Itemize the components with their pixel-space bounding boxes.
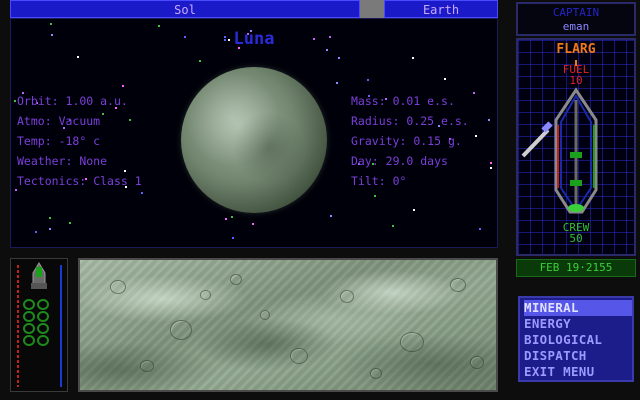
planet-name: Luna	[233, 29, 275, 49]
star	[473, 92, 475, 94]
menu-item-mineral[interactable]: MINERAL	[524, 300, 632, 316]
stat-axial-tilt: Tilt: 0°	[351, 174, 407, 188]
menu-item-energy[interactable]: ENERGY	[524, 316, 632, 332]
star	[122, 85, 124, 87]
star	[232, 237, 234, 239]
crater	[290, 348, 308, 364]
terrain-vehicle-panel	[10, 258, 68, 392]
star	[326, 49, 328, 51]
cargo-pod-icon	[23, 323, 35, 334]
stat-orbit: Orbit: 1.00 a.u.	[17, 94, 128, 108]
planet-stats-left: Orbit: 1.00 a.u. Atmo: Vacuum Temp: -18°…	[17, 91, 142, 191]
star	[488, 119, 490, 121]
stat-gravity: Gravity: 0.15 g.	[351, 134, 462, 148]
cargo-pod-icon	[37, 335, 49, 346]
star	[412, 57, 414, 59]
cargo-pod-icon	[23, 335, 35, 346]
star	[367, 79, 369, 81]
stat-radius: Radius: 0.25 e.s.	[351, 114, 469, 128]
crater	[140, 360, 154, 372]
planet-view: Luna Orbit: 1.00 a.u. Atmo: Vacuum Temp:…	[10, 18, 498, 248]
crater	[230, 274, 242, 285]
star	[330, 215, 332, 217]
star	[158, 25, 160, 27]
star	[49, 228, 51, 230]
stat-temperature: Temp: -18° c	[17, 134, 101, 148]
stat-mass: Mass: 0.01 e.s.	[351, 94, 455, 108]
star	[77, 56, 79, 58]
captain-name: eman	[562, 20, 590, 33]
crater	[400, 332, 424, 352]
star	[392, 225, 394, 227]
star	[225, 218, 227, 220]
tab-separator	[360, 0, 384, 18]
crater	[260, 310, 270, 320]
planet-menu: MINERAL ENERGY BIOLOGICAL DISPATCH EXIT …	[518, 296, 634, 382]
crater	[110, 280, 126, 294]
cargo-pod-icon	[37, 311, 49, 322]
stat-tectonics: Tectonics: Class 1	[17, 174, 142, 188]
star	[69, 222, 71, 224]
cargo-pod-icon	[37, 299, 49, 310]
crater	[200, 290, 211, 300]
tab-planet-earth[interactable]: Earth	[384, 0, 498, 18]
menu-item-biological[interactable]: BIOLOGICAL	[524, 332, 632, 348]
star	[374, 195, 376, 197]
star	[444, 78, 446, 80]
star	[35, 231, 37, 233]
cargo-pod-icon	[37, 323, 49, 334]
stardate: FEB 19·2155	[516, 259, 636, 277]
captain-label: CAPTAIN	[552, 6, 600, 19]
menu-item-exit[interactable]: EXIT MENU	[524, 364, 632, 380]
cargo-pod-icon	[23, 311, 35, 322]
star	[338, 57, 340, 59]
crater	[370, 368, 382, 379]
crater	[450, 278, 466, 292]
star	[50, 23, 52, 25]
planet-stats-right: Mass: 0.01 e.s. Radius: 0.25 e.s. Gravit…	[351, 91, 469, 191]
star	[49, 217, 51, 219]
star	[479, 228, 481, 230]
star	[141, 192, 143, 194]
stat-weather: Weather: None	[17, 154, 108, 168]
crew-readout: CREW 50	[518, 222, 634, 244]
crater	[340, 290, 354, 303]
crew-value: 50	[569, 232, 583, 245]
star	[475, 135, 477, 137]
star	[252, 223, 254, 225]
star	[231, 216, 233, 218]
ship-diagram: FLARG FUEL 10 CREW 50	[516, 38, 636, 256]
crater	[470, 356, 484, 369]
star	[336, 82, 338, 84]
cargo-pod-icon	[23, 299, 35, 310]
menu-item-dispatch[interactable]: DISPATCH	[524, 348, 632, 364]
star	[199, 60, 201, 62]
star	[490, 162, 492, 164]
stat-atmosphere: Atmo: Vacuum	[17, 114, 101, 128]
star	[490, 167, 492, 169]
star	[413, 209, 415, 211]
planet-sphere-image	[181, 67, 327, 213]
star	[14, 100, 16, 102]
terrain-map[interactable]	[78, 258, 498, 392]
stat-day-length: Day: 29.0 days	[351, 154, 448, 168]
crater	[170, 320, 192, 340]
captain-box: CAPTAIN eman	[516, 2, 636, 36]
tab-system-sol[interactable]: Sol	[10, 0, 360, 18]
